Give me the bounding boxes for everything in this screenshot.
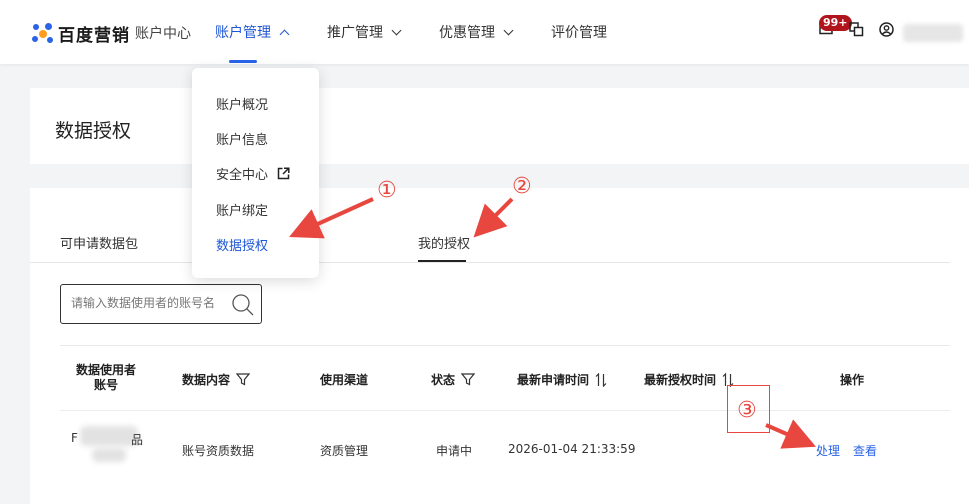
column-header-actions: 操作 bbox=[840, 371, 864, 388]
annotation-step-1: ① bbox=[377, 178, 397, 203]
main-content-card: 可申请数据包 我的授权 数据使用者 账号 数据内容 使用渠道 状态 最新申请时间… bbox=[30, 188, 969, 504]
page-title: 数据授权 bbox=[55, 120, 132, 142]
column-header-label: 最新授权时间 bbox=[644, 373, 717, 387]
nav-label: 推广管理 bbox=[327, 25, 383, 41]
tab-available-data-packages[interactable]: 可申请数据包 bbox=[60, 233, 138, 252]
chevron-down-icon bbox=[503, 25, 514, 35]
nav-review-management[interactable]: 评价管理 bbox=[551, 22, 607, 42]
column-header-label: 数据使用者 账号 bbox=[76, 363, 137, 392]
account-suffix: 品 bbox=[131, 433, 144, 447]
nav-label: 评价管理 bbox=[551, 25, 607, 41]
username-redacted[interactable] bbox=[903, 24, 963, 42]
external-link-icon bbox=[277, 167, 290, 180]
nav-active-underline bbox=[229, 60, 257, 63]
account-prefix: F bbox=[71, 431, 78, 445]
column-header-status: 状态 bbox=[431, 371, 476, 388]
search-icon[interactable] bbox=[231, 293, 255, 317]
brand-name: 百度营销 bbox=[58, 25, 130, 46]
search-input[interactable] bbox=[71, 296, 226, 310]
column-header-account: 数据使用者 账号 bbox=[76, 363, 136, 393]
chevron-up-icon bbox=[279, 29, 290, 39]
filter-icon[interactable] bbox=[236, 373, 251, 386]
menu-item-security-center[interactable]: 安全中心 bbox=[216, 164, 290, 183]
baidu-marketing-logo-icon bbox=[32, 22, 54, 44]
column-header-auth-time: 最新授权时间 bbox=[644, 371, 734, 388]
nav-account-management[interactable]: 账户管理 bbox=[215, 22, 290, 42]
view-button[interactable]: 查看 bbox=[853, 442, 877, 459]
channel-cell: 资质管理 bbox=[320, 444, 369, 458]
menu-item-data-authorization[interactable]: 数据授权 bbox=[216, 235, 268, 254]
column-header-content: 数据内容 bbox=[182, 371, 251, 388]
annotation-step-3: ③ bbox=[737, 398, 757, 423]
column-header-label: 最新申请时间 bbox=[517, 373, 590, 387]
account-name-redacted bbox=[92, 448, 126, 462]
user-avatar-icon[interactable] bbox=[879, 22, 894, 37]
menu-item-label: 安全中心 bbox=[216, 168, 269, 183]
page-title-card: 数据授权 bbox=[30, 88, 969, 164]
column-header-label: 使用渠道 bbox=[320, 373, 369, 387]
brand-subtitle: 账户中心 bbox=[135, 26, 191, 42]
nav-label: 账户管理 bbox=[215, 25, 271, 41]
nav-discount-management[interactable]: 优惠管理 bbox=[439, 22, 514, 42]
column-header-label: 状态 bbox=[431, 373, 456, 387]
sort-icon[interactable] bbox=[595, 372, 607, 387]
nav-label: 优惠管理 bbox=[439, 25, 495, 41]
filter-icon[interactable] bbox=[461, 373, 476, 386]
column-header-apply-time: 最新申请时间 bbox=[517, 371, 607, 388]
column-header-label: 数据内容 bbox=[182, 373, 231, 387]
menu-item-account-overview[interactable]: 账户概况 bbox=[216, 94, 268, 113]
tab-active-underline bbox=[418, 260, 466, 262]
tab-my-authorizations[interactable]: 我的授权 bbox=[418, 233, 470, 252]
copy-icon[interactable] bbox=[849, 22, 864, 37]
table-border-top bbox=[60, 345, 950, 346]
tab-divider bbox=[30, 262, 950, 263]
menu-item-account-binding[interactable]: 账户绑定 bbox=[216, 200, 268, 219]
nav-promotion-management[interactable]: 推广管理 bbox=[327, 22, 402, 42]
process-button[interactable]: 处理 bbox=[816, 442, 840, 459]
data-content-cell: 账号资质数据 bbox=[182, 444, 255, 458]
chevron-down-icon bbox=[391, 25, 402, 35]
column-header-label: 操作 bbox=[840, 373, 865, 387]
status-cell: 申请中 bbox=[436, 444, 473, 458]
column-header-channel: 使用渠道 bbox=[320, 371, 368, 388]
apply-time-cell: 2026-01-04 21:33:59 bbox=[508, 442, 636, 456]
top-navbar: 百度营销 账户中心 账户管理 推广管理 优惠管理 评价管理 99+ bbox=[0, 0, 969, 64]
table-header-divider bbox=[60, 410, 950, 411]
account-management-dropdown: 账户概况 账户信息 安全中心 账户绑定 数据授权 bbox=[192, 68, 319, 278]
annotation-step-2: ② bbox=[512, 174, 532, 199]
logo[interactable]: 百度营销 账户中心 bbox=[32, 20, 191, 46]
notification-badge: 99+ bbox=[819, 15, 852, 31]
search-box[interactable] bbox=[60, 284, 262, 324]
account-name-redacted bbox=[80, 426, 138, 446]
menu-item-account-info[interactable]: 账户信息 bbox=[216, 129, 268, 148]
